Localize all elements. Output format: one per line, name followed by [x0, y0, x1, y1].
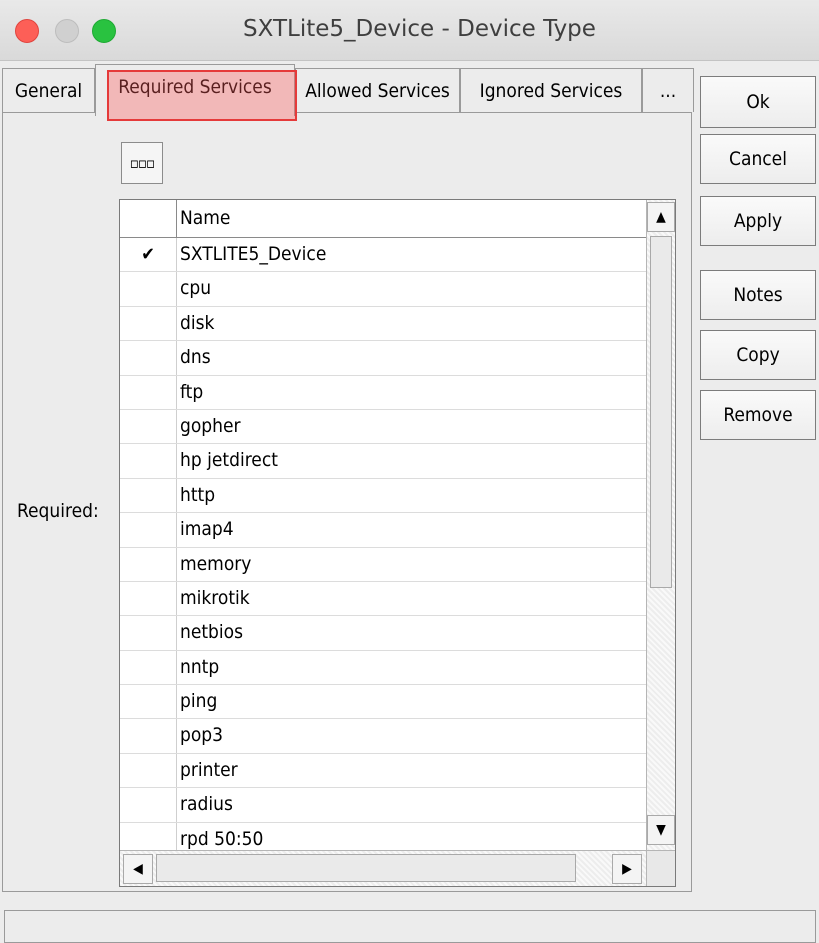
apply-button[interactable]: Apply [700, 196, 816, 246]
row-check-mark[interactable] [120, 375, 177, 409]
scroll-right-icon[interactable]: ▶ [612, 854, 642, 884]
row-name: rpd 50:50 [180, 827, 264, 850]
row-name: memory [180, 552, 252, 575]
table-row[interactable]: ftp [120, 375, 646, 410]
table-row[interactable]: nntp [120, 650, 646, 686]
row-name: ftp [180, 380, 204, 403]
row-name: SXTLITE5_Device [180, 243, 327, 265]
row-check-mark[interactable] [120, 513, 177, 547]
table-row[interactable]: memory [120, 547, 646, 582]
table-row[interactable]: gopher [120, 409, 646, 445]
table-header: Name [120, 200, 646, 238]
notes-button[interactable]: Notes [700, 270, 816, 320]
table-row[interactable]: ✔ SXTLITE5_Device [120, 238, 646, 273]
scrollbar-corner [646, 850, 675, 886]
row-check-mark[interactable] [120, 822, 177, 850]
table-row[interactable]: pop3 [120, 719, 646, 754]
table-row[interactable]: disk [120, 306, 646, 342]
row-check-mark[interactable] [120, 788, 177, 822]
table-row[interactable]: hp jetdirect [120, 444, 646, 479]
status-bar [4, 910, 816, 943]
table-body: ✔ SXTLITE5_Device cpu disk dns ftp gopher… [120, 238, 646, 850]
horizontal-scrollbar[interactable]: ◀ ▶ [120, 850, 646, 886]
tab-allowed-services[interactable]: Allowed Services [295, 68, 460, 112]
scroll-up-icon[interactable]: ▲ [647, 202, 675, 232]
row-check-mark[interactable] [120, 753, 177, 788]
row-name: cpu [180, 277, 212, 300]
column-header-check[interactable] [120, 200, 177, 237]
row-name: radius [180, 793, 233, 816]
table-row[interactable]: ping [120, 685, 646, 720]
row-check-mark[interactable] [120, 650, 177, 685]
row-check-mark[interactable] [120, 444, 177, 478]
row-name: pop3 [180, 724, 224, 747]
row-check-mark[interactable] [120, 409, 177, 444]
vertical-scroll-thumb[interactable] [650, 236, 672, 588]
row-name: gopher [180, 414, 241, 437]
table-row[interactable]: mikrotik [120, 581, 646, 617]
row-check-mark[interactable]: ✔ [120, 238, 177, 272]
row-check-mark[interactable] [120, 547, 177, 581]
row-check-mark[interactable] [120, 478, 177, 513]
tab-bar: General Required Services Allowed Servic… [0, 64, 695, 116]
window-title: SXTLite5_Device - Device Type [243, 16, 596, 42]
row-name: disk [180, 311, 215, 334]
ok-button[interactable]: Ok [700, 76, 816, 128]
scroll-down-icon[interactable]: ▼ [647, 815, 675, 845]
scroll-left-icon[interactable]: ◀ [123, 854, 153, 884]
services-table: Name ✔ SXTLITE5_Device cpu disk dns ftp g… [119, 199, 676, 887]
active-tab-highlight [107, 70, 297, 121]
horizontal-scroll-thumb[interactable] [156, 854, 576, 882]
required-label: Required: [17, 500, 99, 522]
row-name: mikrotik [180, 586, 250, 609]
row-check-mark[interactable] [120, 581, 177, 616]
table-row[interactable]: http [120, 478, 646, 514]
table-row[interactable]: dns [120, 341, 646, 376]
remove-button[interactable]: Remove [700, 390, 816, 440]
row-check-mark[interactable] [120, 306, 177, 341]
table-row[interactable]: rpd 50:50 [120, 822, 646, 850]
table-menu-button[interactable]: ▫▫▫ [121, 142, 163, 184]
tab-more[interactable]: ... [642, 68, 694, 112]
tab-general[interactable]: General [2, 68, 95, 112]
row-name: nntp [180, 655, 220, 678]
row-check-mark[interactable] [120, 272, 177, 306]
tab-ignored-services[interactable]: Ignored Services [460, 68, 642, 112]
cancel-button[interactable]: Cancel [700, 134, 816, 184]
row-name: ping [180, 690, 218, 713]
row-check-mark[interactable] [120, 341, 177, 375]
vertical-scrollbar[interactable]: ▲ ▼ [646, 200, 675, 850]
table-row[interactable]: imap4 [120, 513, 646, 548]
table-row[interactable]: radius [120, 788, 646, 823]
table-row[interactable]: printer [120, 753, 646, 789]
table-row[interactable]: cpu [120, 272, 646, 307]
table-row[interactable]: netbios [120, 616, 646, 651]
row-name: dns [180, 346, 211, 369]
row-name: hp jetdirect [180, 449, 278, 472]
row-name: http [180, 483, 216, 506]
title-bar: SXTLite5_Device - Device Type [0, 0, 819, 61]
column-header-name[interactable]: Name [180, 207, 230, 229]
row-name: printer [180, 758, 238, 781]
row-check-mark[interactable] [120, 685, 177, 719]
row-name: netbios [180, 621, 244, 644]
row-name: imap4 [180, 518, 234, 541]
copy-button[interactable]: Copy [700, 330, 816, 380]
row-check-mark[interactable] [120, 616, 177, 650]
row-check-mark[interactable] [120, 719, 177, 753]
